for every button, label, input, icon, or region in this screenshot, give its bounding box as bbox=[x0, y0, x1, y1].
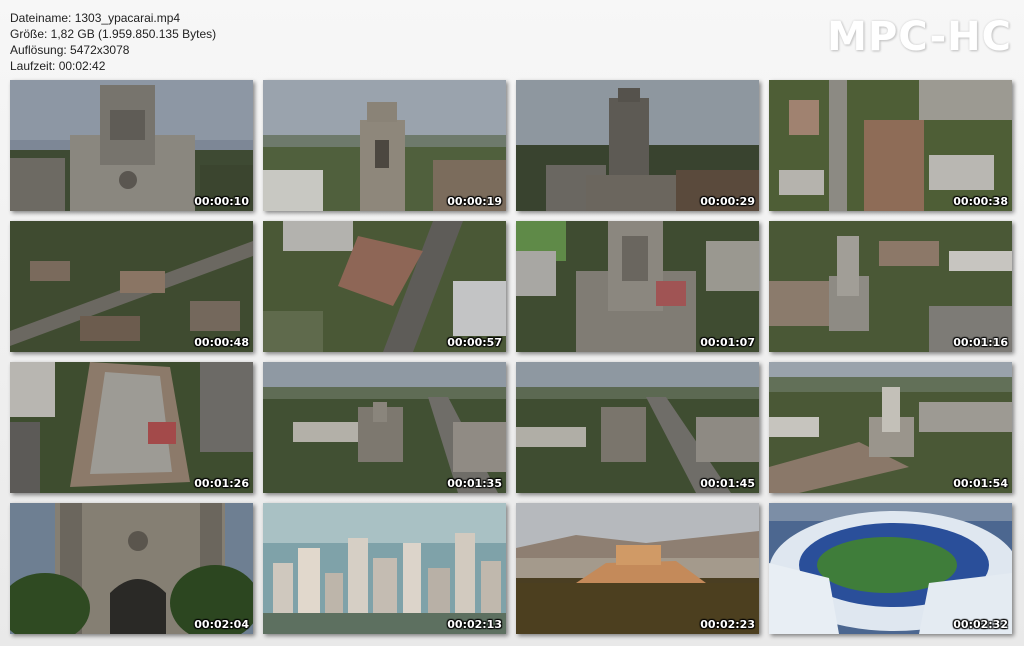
timestamp-label: 00:01:07 bbox=[700, 336, 755, 349]
stadium-image bbox=[769, 503, 1012, 634]
filesize-text: Größe: 1,82 GB (1.959.850.135 Bytes) bbox=[10, 27, 217, 41]
town-street-image bbox=[769, 80, 1012, 211]
timestamp-label: 00:01:54 bbox=[953, 477, 1008, 490]
thumbnail-10[interactable]: 00:01:35 bbox=[263, 362, 506, 493]
thumbnail-5[interactable]: 00:00:48 bbox=[10, 221, 253, 352]
timestamp-label: 00:02:13 bbox=[447, 618, 502, 631]
timestamp-label: 00:02:23 bbox=[700, 618, 755, 631]
thumbnail-14[interactable]: 00:02:13 bbox=[263, 503, 506, 634]
church-tower-image bbox=[516, 80, 759, 211]
thumbnail-7[interactable]: 00:01:07 bbox=[516, 221, 759, 352]
thumbnail-8[interactable]: 00:01:16 bbox=[769, 221, 1012, 352]
thumbnail-grid: 00:00:10 00:00:19 00:00:29 00:00:38 00:0… bbox=[10, 80, 1012, 634]
timestamp-label: 00:01:16 bbox=[953, 336, 1008, 349]
timestamp-label: 00:00:29 bbox=[700, 195, 755, 208]
timestamp-label: 00:00:19 bbox=[447, 195, 502, 208]
thumbnail-4[interactable]: 00:00:38 bbox=[769, 80, 1012, 211]
brand-logo: MPC-HC bbox=[827, 14, 1012, 60]
thumbnail-9[interactable]: 00:01:26 bbox=[10, 362, 253, 493]
town-aerial-image bbox=[10, 221, 253, 352]
thumbnail-15[interactable]: 00:02:23 bbox=[516, 503, 759, 634]
church-front-image bbox=[10, 80, 253, 211]
thumbnail-6[interactable]: 00:00:57 bbox=[263, 221, 506, 352]
acropolis-image bbox=[516, 503, 759, 634]
church-tower-town-image bbox=[769, 362, 1012, 493]
timestamp-label: 00:01:26 bbox=[194, 477, 249, 490]
timestamp-label: 00:01:45 bbox=[700, 477, 755, 490]
timestamp-label: 00:02:04 bbox=[194, 618, 249, 631]
church-entrance-image bbox=[10, 503, 253, 634]
town-horizon-image bbox=[263, 362, 506, 493]
tower-top-image bbox=[516, 221, 759, 352]
church-town-image bbox=[769, 221, 1012, 352]
thumbnail-2[interactable]: 00:00:19 bbox=[263, 80, 506, 211]
church-tower-image bbox=[263, 80, 506, 211]
file-info-panel: Dateiname: 1303_ypacarai.mp4 Größe: 1,82… bbox=[10, 10, 216, 74]
thumbnail-11[interactable]: 00:01:45 bbox=[516, 362, 759, 493]
timestamp-label: 00:00:10 bbox=[194, 195, 249, 208]
city-skyline-image bbox=[263, 503, 506, 634]
timestamp-label: 00:00:57 bbox=[447, 336, 502, 349]
thumbnail-13[interactable]: 00:02:04 bbox=[10, 503, 253, 634]
thumbnail-12[interactable]: 00:01:54 bbox=[769, 362, 1012, 493]
thumbnail-16[interactable]: 00:02:32 bbox=[769, 503, 1012, 634]
town-horizon-image bbox=[516, 362, 759, 493]
thumbnail-1[interactable]: 00:00:10 bbox=[10, 80, 253, 211]
thumbnail-3[interactable]: 00:00:29 bbox=[516, 80, 759, 211]
church-roof-image bbox=[263, 221, 506, 352]
timestamp-label: 00:02:32 bbox=[953, 618, 1008, 631]
timestamp-label: 00:01:35 bbox=[447, 477, 502, 490]
duration-text: Laufzeit: 00:02:42 bbox=[10, 59, 106, 73]
church-ruin-image bbox=[10, 362, 253, 493]
filename-text: Dateiname: 1303_ypacarai.mp4 bbox=[10, 11, 181, 25]
timestamp-label: 00:00:38 bbox=[953, 195, 1008, 208]
timestamp-label: 00:00:48 bbox=[194, 336, 249, 349]
resolution-text: Auflösung: 5472x3078 bbox=[10, 43, 130, 57]
